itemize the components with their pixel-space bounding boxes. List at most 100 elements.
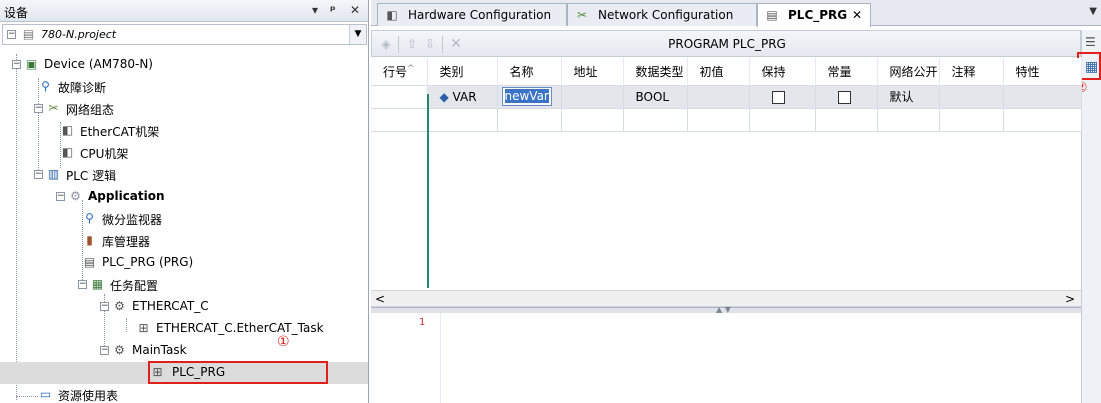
pou-icon: ▤ — [83, 255, 96, 269]
tab-label: Hardware Configuration — [408, 8, 552, 22]
cell-empty — [371, 107, 428, 132]
tree-item-diagnosis[interactable]: ⚲ 故障诊断 — [0, 76, 368, 98]
cell-datatype[interactable]: BOOL — [622, 84, 688, 109]
monitor-icon: ⚲ — [85, 211, 94, 225]
tree-item-plc-prg[interactable]: ▤ PLC_PRG (PRG) — [0, 252, 368, 274]
cell-name[interactable]: newVar — [496, 84, 562, 109]
tree-item-ethercat-rack[interactable]: ◧ EtherCAT机架 — [0, 120, 368, 142]
cell-init[interactable] — [686, 84, 750, 109]
devices-panel-title: 设备 — [4, 6, 29, 20]
tree-item-label: EtherCAT机架 — [80, 125, 160, 139]
implementation-editor[interactable]: 1 — [371, 313, 1081, 403]
column-header-comment[interactable]: 注释 — [939, 58, 1004, 85]
tree-item-ethercat-task[interactable]: ⊞ ETHERCAT_C.EtherCAT_Task — [0, 318, 368, 340]
tree-item-label: ETHERCAT_C — [132, 299, 209, 313]
tree-item-application[interactable]: − ⚙ Application — [0, 186, 368, 208]
task-call-icon: ⊞ — [138, 321, 149, 335]
table-row[interactable]: ◆ VAR newVar BOOL 默认 — [371, 84, 1082, 109]
hardware-icon: ◧ — [386, 8, 398, 22]
tree-item-library-manager[interactable]: ▮ 库管理器 — [0, 230, 368, 252]
cell-comment[interactable] — [938, 84, 1004, 109]
cell-network[interactable]: 默认 — [876, 84, 940, 109]
project-selector[interactable]: − ▤ 780-N.project ▼ — [2, 24, 367, 45]
cell-address[interactable] — [560, 84, 624, 109]
tree-item-cpu-rack[interactable]: ◧ CPU机架 — [0, 142, 368, 164]
tab-close-icon[interactable]: ✕ — [852, 8, 862, 22]
scroll-left-icon[interactable]: < — [375, 291, 385, 307]
line-number: 1 — [419, 317, 426, 328]
chevron-down-icon[interactable]: ▼ — [349, 25, 366, 44]
tree-item-label: 微分监视器 — [102, 213, 163, 227]
cell-empty — [814, 107, 878, 132]
devices-panel-header: 设备 ▾ ᵖ ✕ — [0, 0, 368, 22]
editor-toolbar: ◈ ⇧ ⇩ ✕ PROGRAM PLC_PRG — [371, 30, 1081, 57]
cell-empty — [622, 107, 688, 132]
tree-item-label: 任务配置 — [110, 279, 159, 293]
application-gear-icon: ⚙ — [70, 189, 81, 203]
tab-list-chevron-down-icon[interactable]: ▼ — [1089, 6, 1097, 17]
column-header-address[interactable]: 地址 — [561, 58, 624, 85]
column-header-network[interactable]: 网络公开 — [877, 58, 940, 85]
callout-marker: ① — [277, 334, 290, 350]
network-icon: ✂ — [576, 8, 588, 22]
tree-item-label: CPU机架 — [80, 147, 129, 161]
cell-retain[interactable] — [748, 84, 816, 109]
column-header-constant[interactable]: 常量 — [815, 58, 878, 85]
cell-empty — [560, 107, 624, 132]
tab-network-configuration[interactable]: ✂ Network Configuration — [567, 3, 757, 26]
tree-item-resource-table[interactable]: ▭ 资源使用表 — [0, 384, 368, 403]
retain-checkbox[interactable] — [771, 90, 785, 104]
cell-attributes[interactable] — [1002, 84, 1082, 109]
tree-item-task-config[interactable]: − ▦ 任务配置 — [0, 274, 368, 296]
tab-hardware-configuration[interactable]: ◧ Hardware Configuration — [377, 3, 567, 26]
panel-menu-icon[interactable]: ▾ — [312, 3, 318, 17]
tab-plc-prg[interactable]: ▤ PLC_PRG ✕ — [757, 3, 871, 27]
collapse-icon[interactable]: − — [12, 60, 21, 69]
table-icon: ▭ — [39, 387, 52, 401]
constant-checkbox[interactable] — [837, 90, 851, 104]
editor-tabs: ◧ Hardware Configuration ✂ Network Confi… — [371, 0, 1101, 27]
tree-item-label: PLC_PRG (PRG) — [102, 255, 194, 269]
tree-item-network[interactable]: − ✂ 网络组态 — [0, 98, 368, 120]
column-header-retain[interactable]: 保持 — [749, 58, 816, 85]
column-header-line[interactable]: 行号^ — [371, 58, 428, 85]
collapse-icon[interactable]: − — [34, 170, 43, 179]
cell-empty — [686, 107, 750, 132]
column-header-name[interactable]: 名称 — [497, 58, 562, 85]
name-edit-field[interactable]: newVar — [501, 87, 552, 106]
tree-item-plc-logic[interactable]: − ▥ PLC 逻辑 — [0, 164, 368, 186]
tree-item-label: Device (AM780-N) — [44, 57, 153, 71]
collapse-icon[interactable]: − — [7, 30, 16, 39]
panel-pin-icon[interactable]: ᵖ — [330, 3, 336, 17]
devices-panel: 设备 ▾ ᵖ ✕ − ▤ 780-N.project ▼ − ▣ Device … — [0, 0, 369, 403]
tree-item-label: ETHERCAT_C.EtherCAT_Task — [156, 321, 324, 335]
tree-item-monitor[interactable]: ⚲ 微分监视器 — [0, 208, 368, 230]
table-row-empty[interactable] — [371, 107, 1082, 132]
cell-category[interactable]: ◆ VAR — [426, 84, 498, 109]
line-marker — [427, 94, 429, 288]
tab-label: Network Configuration — [598, 8, 734, 22]
tree-item-label: 资源使用表 — [58, 389, 119, 403]
rack-icon: ◧ — [61, 145, 74, 159]
column-header-datatype[interactable]: 数据类型 — [623, 58, 688, 85]
collapse-icon[interactable]: − — [56, 192, 65, 201]
collapse-icon[interactable]: − — [78, 280, 87, 289]
collapse-icon[interactable]: − — [34, 104, 43, 113]
line-number-gutter: 1 — [371, 313, 441, 403]
panel-close-icon[interactable]: ✕ — [350, 3, 360, 17]
textual-view-icon[interactable]: ☰ — [1085, 35, 1096, 49]
collapse-icon[interactable]: − — [100, 302, 109, 311]
category-value: VAR — [452, 89, 477, 104]
column-header-attributes[interactable]: 特性 — [1003, 58, 1082, 85]
column-header-init[interactable]: 初值 — [687, 58, 750, 85]
cell-empty — [496, 107, 562, 132]
rack-icon: ◧ — [61, 123, 74, 137]
tree-item-device[interactable]: − ▣ Device (AM780-N) — [0, 54, 368, 76]
tree-item-label: Application — [88, 189, 165, 203]
collapse-icon[interactable]: − — [100, 346, 109, 355]
column-header-category[interactable]: 类别 — [427, 58, 498, 85]
tree-item-ethercat-c[interactable]: − ⚙ ETHERCAT_C — [0, 296, 368, 318]
cell-constant[interactable] — [814, 84, 878, 109]
tree-item-maintask[interactable]: − ⚙ MainTask — [0, 340, 368, 362]
scroll-right-icon[interactable]: > — [1065, 291, 1075, 307]
